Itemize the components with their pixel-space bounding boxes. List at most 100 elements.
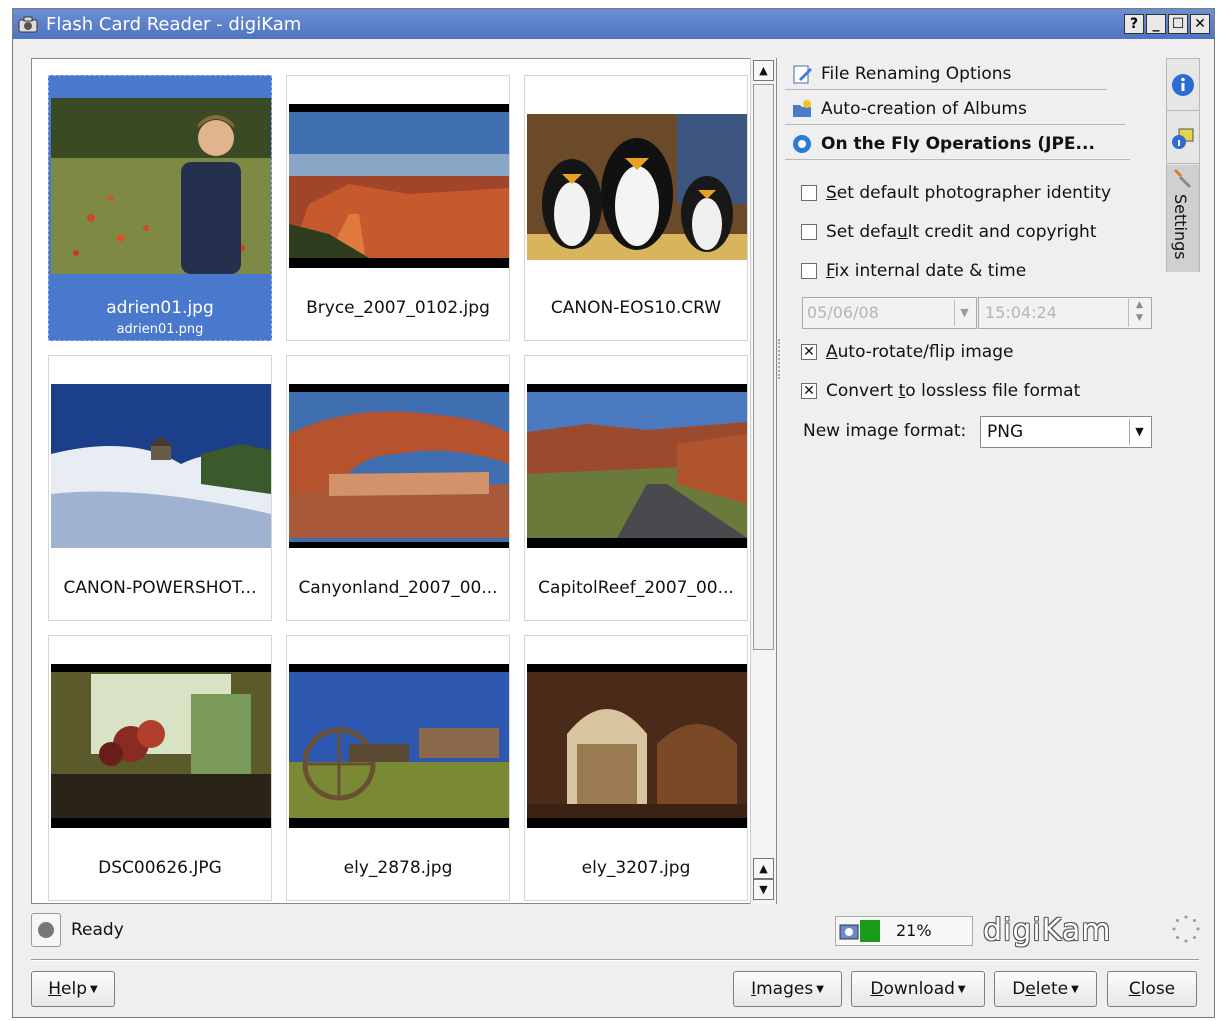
progress-indicator: 21%: [835, 916, 973, 946]
thumbnail-image: [289, 384, 509, 548]
scroll-thumb[interactable]: [753, 84, 774, 650]
status-text: Ready: [71, 920, 124, 940]
close-button[interactable]: Close: [1107, 971, 1197, 1007]
tab-label: On the Fly Operations (JPE...: [821, 133, 1095, 154]
chevron-down-icon: ▼: [90, 983, 98, 995]
thumbnail-filename: adrien01.jpg: [106, 298, 214, 318]
splitter-handle[interactable]: [778, 339, 782, 379]
tab-file-renaming[interactable]: File Renaming Options: [785, 58, 1107, 90]
auto-rotate-checkbox[interactable]: ✕: [801, 344, 817, 360]
date-value: 05/06/08: [807, 303, 879, 322]
delete-button[interactable]: Delete ▼: [994, 971, 1097, 1007]
thumbnail-filename: Canyonland_2007_00...: [298, 578, 498, 598]
image-format-select[interactable]: PNG ▼: [980, 416, 1152, 448]
title-bar: Flash Card Reader - digiKam ? _ ☐ ✕: [13, 9, 1214, 39]
image-format-value: PNG: [987, 422, 1024, 442]
thumbnail-item[interactable]: Canyonland_2007_00...: [286, 355, 510, 621]
album-icon: [793, 99, 811, 117]
thumbnail-filename: CANON-EOS10.CRW: [550, 298, 722, 318]
credit-copyright-option[interactable]: Set default credit and copyright: [801, 222, 1097, 242]
scroll-up-button-lower[interactable]: ▲: [753, 858, 774, 879]
progress-percent: 21%: [896, 921, 932, 940]
busy-spinner-icon: [1172, 915, 1200, 943]
thumbnail-item[interactable]: CANON-POWERSHOT...: [48, 355, 272, 621]
thumbnail-filename: CANON-POWERSHOT...: [63, 578, 257, 598]
image-info-icon: [1172, 128, 1194, 149]
camera-icon: [839, 924, 859, 940]
rename-icon: [793, 65, 812, 83]
option-label: Auto-rotate/flip image: [826, 342, 1014, 362]
digikam-logo: digiKam: [983, 913, 1112, 948]
thumbnail-image: [51, 384, 271, 548]
side-tab-bar: Settings: [1166, 58, 1200, 272]
thumbnail-filename: DSC00626.JPG: [98, 858, 222, 878]
image-format-label: New image format:: [803, 421, 967, 441]
settings-tab-label: Settings: [1171, 194, 1190, 260]
thumbnail-item[interactable]: ely_3207.jpg: [524, 635, 748, 901]
maximize-button[interactable]: ☐: [1168, 14, 1188, 34]
thumbnail-image: [51, 664, 271, 828]
status-led-icon: [31, 913, 61, 947]
window-title: Flash Card Reader - digiKam: [46, 13, 302, 35]
fix-date-time-checkbox[interactable]: [801, 263, 817, 279]
chevron-down-icon: ▼: [1071, 983, 1079, 995]
side-tab-info[interactable]: [1167, 59, 1199, 111]
thumbnail-image: [289, 104, 509, 268]
thumbnail-scrollbar[interactable]: ▲ ▲ ▼: [750, 58, 776, 904]
images-button[interactable]: Images ▼: [733, 971, 842, 1007]
photographer-identity-checkbox[interactable]: [801, 185, 817, 201]
side-tab-metadata[interactable]: [1167, 112, 1199, 164]
thumbnail-item[interactable]: adrien01.jpg adrien01.png: [48, 75, 272, 341]
thumbnail-item[interactable]: ely_2878.jpg: [286, 635, 510, 901]
option-label: Set default credit and copyright: [826, 222, 1097, 242]
tab-label: File Renaming Options: [821, 63, 1012, 84]
fix-date-time-option[interactable]: Fix internal date & time: [801, 261, 1026, 281]
thumbnail-item[interactable]: CANON-EOS10.CRW: [524, 75, 748, 341]
credit-copyright-checkbox[interactable]: [801, 224, 817, 240]
help-button[interactable]: Help ▼: [31, 971, 115, 1007]
photographer-identity-option[interactable]: Set default photographer identity: [801, 183, 1111, 203]
thumbnail-view[interactable]: adrien01.jpg adrien01.png Bryce_2007_010…: [31, 58, 777, 904]
option-label: Fix internal date & time: [826, 261, 1027, 281]
thumbnail-filename: Bryce_2007_0102.jpg: [306, 298, 490, 318]
thumbnail-item[interactable]: Bryce_2007_0102.jpg: [286, 75, 510, 341]
thumbnail-image: [527, 114, 747, 260]
auto-rotate-option[interactable]: ✕ Auto-rotate/flip image: [801, 342, 1013, 362]
help-title-button[interactable]: ?: [1124, 14, 1144, 34]
thumbnail-converted-name: adrien01.png: [116, 322, 204, 337]
progress-bar-fill: [860, 920, 880, 942]
chevron-down-icon: ▼: [816, 983, 824, 995]
wrench-icon: [1174, 169, 1191, 188]
time-input[interactable]: 15:04:24 ▲ ▼: [978, 297, 1152, 329]
close-window-button[interactable]: ✕: [1190, 14, 1210, 34]
option-label: Convert to lossless file format: [826, 381, 1081, 401]
thumbnail-filename: ely_3207.jpg: [581, 858, 691, 878]
tab-on-the-fly-operations[interactable]: On the Fly Operations (JPE...: [785, 128, 1130, 160]
thumbnail-image: [51, 98, 271, 274]
lossless-format-option[interactable]: ✕ Convert to lossless file format: [801, 381, 1080, 401]
scroll-up-button[interactable]: ▲: [753, 60, 774, 81]
app-window: Flash Card Reader - digiKam ? _ ☐ ✕ adri…: [12, 8, 1215, 1018]
chevron-down-icon[interactable]: ▼: [1129, 419, 1149, 445]
download-button[interactable]: Download ▼: [851, 971, 985, 1007]
minimize-button[interactable]: _: [1146, 14, 1166, 34]
thumbnail-item[interactable]: DSC00626.JPG: [48, 635, 272, 901]
thumbnail-filename: CapitolReef_2007_00...: [538, 578, 734, 598]
date-input[interactable]: 05/06/08 ▼: [802, 297, 977, 329]
scroll-down-button[interactable]: ▼: [753, 879, 774, 900]
camera-app-icon: [18, 16, 38, 33]
time-value: 15:04:24: [985, 303, 1057, 322]
lossless-format-checkbox[interactable]: ✕: [801, 383, 817, 399]
thumbnail-item[interactable]: CapitolReef_2007_00...: [524, 355, 748, 621]
chevron-down-icon[interactable]: ▼: [954, 300, 974, 326]
tab-auto-albums[interactable]: Auto-creation of Albums: [785, 93, 1125, 125]
thumbnail-image: [527, 664, 747, 828]
option-label: Set default photographer identity: [826, 183, 1112, 203]
chevron-down-icon: ▼: [957, 983, 966, 995]
tab-label: Auto-creation of Albums: [821, 98, 1027, 119]
thumbnail-filename: ely_2878.jpg: [343, 858, 453, 878]
spin-arrows-icon[interactable]: ▲ ▼: [1128, 299, 1150, 327]
separator: [31, 959, 1199, 961]
thumbnail-image: [527, 384, 747, 548]
thumbnail-image: [289, 664, 509, 828]
